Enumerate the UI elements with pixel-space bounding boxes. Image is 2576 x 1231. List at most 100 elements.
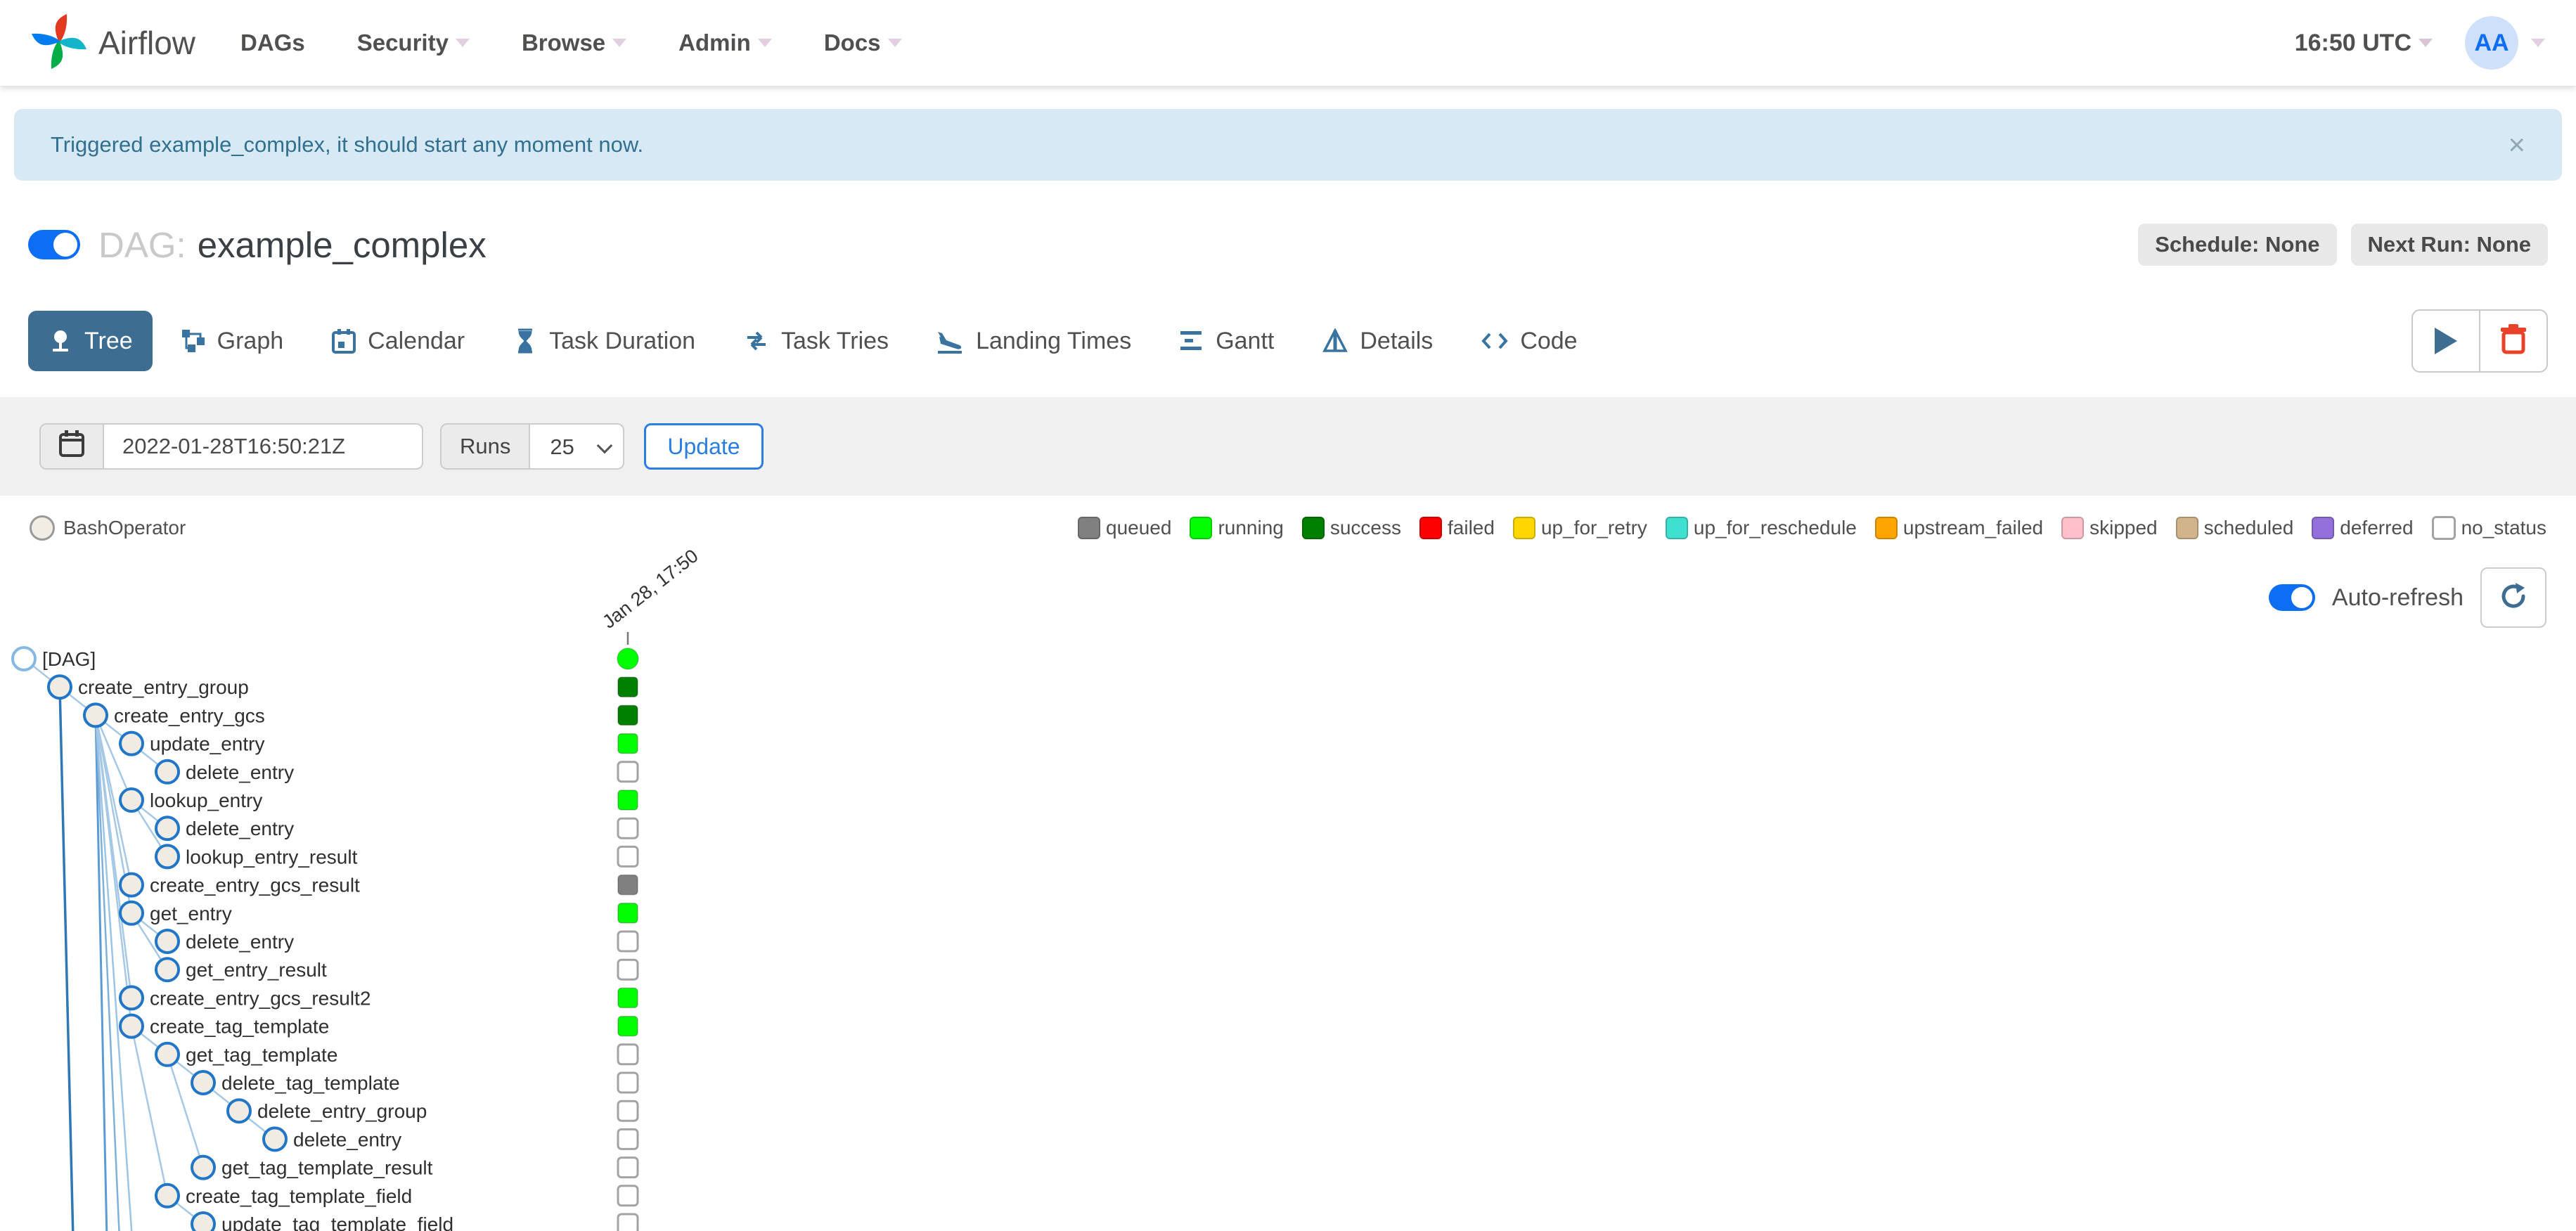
- task-label-delete_entry[interactable]: delete_entry: [186, 931, 294, 953]
- task-label-delete_tag_template[interactable]: delete_tag_template: [221, 1072, 400, 1094]
- task-status-square-create_entry_gcs_result2[interactable]: [617, 987, 638, 1009]
- task-node-delete_entry[interactable]: [155, 929, 180, 954]
- task-label-create_entry_group[interactable]: create_entry_group: [78, 676, 249, 698]
- task-status-square-create_tag_template_field[interactable]: [617, 1185, 639, 1207]
- nav-item-admin[interactable]: Admin: [678, 30, 772, 56]
- tree-canvas: Jan 28, 17:50[DAG]create_entry_groupcrea…: [11, 545, 702, 1231]
- task-label-get_tag_template[interactable]: get_tag_template: [186, 1044, 337, 1066]
- update-button[interactable]: Update: [644, 423, 764, 470]
- nav-item-browse[interactable]: Browse: [522, 30, 627, 56]
- tab-task-duration[interactable]: Task Duration: [493, 311, 715, 371]
- tab-calendar[interactable]: Calendar: [311, 311, 484, 371]
- task-node-get_tag_template_result[interactable]: [191, 1154, 216, 1180]
- task-status-square-delete_entry[interactable]: [617, 817, 639, 839]
- airflow-brand[interactable]: Airflow: [31, 13, 195, 73]
- task-status-square-create_tag_template[interactable]: [617, 1015, 638, 1037]
- dag-run-status-circle[interactable]: [617, 647, 639, 670]
- dag-pause-toggle[interactable]: [28, 230, 80, 259]
- task-status-square-get_entry_result[interactable]: [617, 958, 639, 981]
- close-icon[interactable]: ×: [2508, 130, 2525, 160]
- task-node-delete_entry[interactable]: [155, 816, 180, 842]
- task-node-get_entry[interactable]: [119, 900, 144, 926]
- dag-actions: [2411, 309, 2548, 373]
- num-runs-select[interactable]: 25: [530, 423, 625, 470]
- nav-item-docs[interactable]: Docs: [824, 30, 902, 56]
- status-label: no_status: [2461, 517, 2546, 539]
- task-node-get_tag_template[interactable]: [155, 1041, 180, 1067]
- clock-menu[interactable]: 16:50 UTC: [2295, 30, 2433, 57]
- task-label-create_entry_gcs_result2[interactable]: create_entry_gcs_result2: [150, 987, 371, 1009]
- task-node-update_entry[interactable]: [119, 730, 144, 756]
- task-label-create_tag_template[interactable]: create_tag_template: [150, 1016, 329, 1038]
- tab-landing-times[interactable]: Landing Times: [917, 311, 1151, 371]
- task-label-delete_entry_group[interactable]: delete_entry_group: [257, 1100, 427, 1122]
- nav-item-label: Docs: [823, 30, 881, 56]
- tab-tree[interactable]: Tree: [28, 311, 153, 371]
- task-status-square-get_tag_template_result[interactable]: [617, 1156, 639, 1179]
- task-status-square-get_tag_template[interactable]: [617, 1043, 639, 1066]
- task-label-get_entry_result[interactable]: get_entry_result: [186, 959, 327, 981]
- task-node-delete_entry[interactable]: [155, 759, 180, 785]
- nav-item-security[interactable]: Security: [357, 30, 470, 56]
- task-label-update_entry[interactable]: update_entry: [150, 733, 264, 755]
- tree-edge-long: [58, 687, 75, 1231]
- task-status-square-update_entry[interactable]: [617, 733, 638, 754]
- task-label-delete_entry[interactable]: delete_entry: [186, 818, 294, 839]
- task-status-square-update_tag_template_field[interactable]: [617, 1213, 639, 1231]
- nav-item-dags[interactable]: DAGs: [240, 30, 305, 56]
- status-swatch-up_for_retry: [1512, 517, 1535, 539]
- task-status-square-delete_entry[interactable]: [617, 930, 639, 953]
- task-status-square-create_entry_gcs[interactable]: [617, 704, 638, 726]
- task-label-lookup_entry[interactable]: lookup_entry: [150, 789, 262, 811]
- status-label: success: [1329, 517, 1402, 539]
- task-status-square-lookup_entry_result[interactable]: [617, 845, 639, 868]
- info-badge-1: Next Run: None: [2350, 224, 2548, 266]
- task-node-delete_entry[interactable]: [262, 1126, 288, 1152]
- avatar[interactable]: AA: [2465, 16, 2518, 70]
- task-node-update_tag_template_field[interactable]: [191, 1211, 216, 1231]
- task-node-create_entry_group[interactable]: [47, 674, 72, 700]
- auto-refresh-toggle[interactable]: [2268, 584, 2315, 611]
- task-label-create_entry_gcs_result[interactable]: create_entry_gcs_result: [150, 875, 360, 896]
- task-label-create_tag_template_field[interactable]: create_tag_template_field: [186, 1185, 412, 1207]
- task-node-get_entry_result[interactable]: [155, 957, 180, 983]
- tab-task-tries[interactable]: Task Tries: [723, 311, 908, 371]
- task-status-square-delete_entry[interactable]: [617, 1128, 639, 1150]
- task-status-square-lookup_entry[interactable]: [617, 789, 638, 811]
- task-node-lookup_entry_result[interactable]: [155, 844, 180, 870]
- task-status-square-delete_entry_group[interactable]: [617, 1100, 639, 1122]
- task-label-[DAG][interactable]: [DAG]: [42, 648, 96, 670]
- task-status-square-create_entry_group[interactable]: [617, 676, 638, 697]
- tree-edge-long: [94, 715, 120, 1231]
- task-status-square-delete_tag_template[interactable]: [617, 1071, 639, 1094]
- tab-graph[interactable]: Graph: [161, 311, 304, 371]
- task-node-create_tag_template[interactable]: [119, 1013, 144, 1039]
- base-date-input[interactable]: [104, 423, 423, 470]
- status-swatch-running: [1190, 517, 1213, 539]
- tab-details[interactable]: Details: [1302, 311, 1453, 371]
- trigger-dag-button[interactable]: [2411, 309, 2480, 373]
- task-label-update_tag_template_field[interactable]: update_tag_template_field: [221, 1213, 453, 1231]
- task-node-create_entry_gcs_result[interactable]: [119, 872, 144, 898]
- delete-dag-button[interactable]: [2479, 309, 2548, 373]
- task-status-square-get_entry[interactable]: [617, 903, 638, 924]
- task-node-create_tag_template_field[interactable]: [155, 1182, 180, 1209]
- task-label-get_tag_template_result[interactable]: get_tag_template_result: [221, 1157, 433, 1179]
- task-node-lookup_entry[interactable]: [119, 787, 144, 813]
- task-label-delete_entry[interactable]: delete_entry: [186, 761, 294, 783]
- dag-root-node[interactable]: [11, 646, 37, 671]
- task-status-square-create_entry_gcs_result[interactable]: [617, 874, 638, 896]
- tab-gantt[interactable]: Gantt: [1159, 311, 1294, 371]
- task-node-create_entry_gcs[interactable]: [83, 702, 108, 728]
- task-node-delete_tag_template[interactable]: [191, 1070, 216, 1095]
- refresh-button[interactable]: [2480, 567, 2546, 628]
- task-node-create_entry_gcs_result2[interactable]: [119, 985, 144, 1011]
- task-label-get_entry[interactable]: get_entry: [150, 903, 232, 924]
- tab-code[interactable]: Code: [1461, 311, 1597, 371]
- task-status-square-delete_entry[interactable]: [617, 761, 639, 783]
- task-label-create_entry_gcs[interactable]: create_entry_gcs: [114, 704, 265, 726]
- tab-label: Graph: [217, 327, 284, 354]
- task-node-delete_entry_group[interactable]: [226, 1098, 252, 1124]
- task-label-delete_entry[interactable]: delete_entry: [293, 1128, 401, 1150]
- task-label-lookup_entry_result[interactable]: lookup_entry_result: [186, 846, 358, 868]
